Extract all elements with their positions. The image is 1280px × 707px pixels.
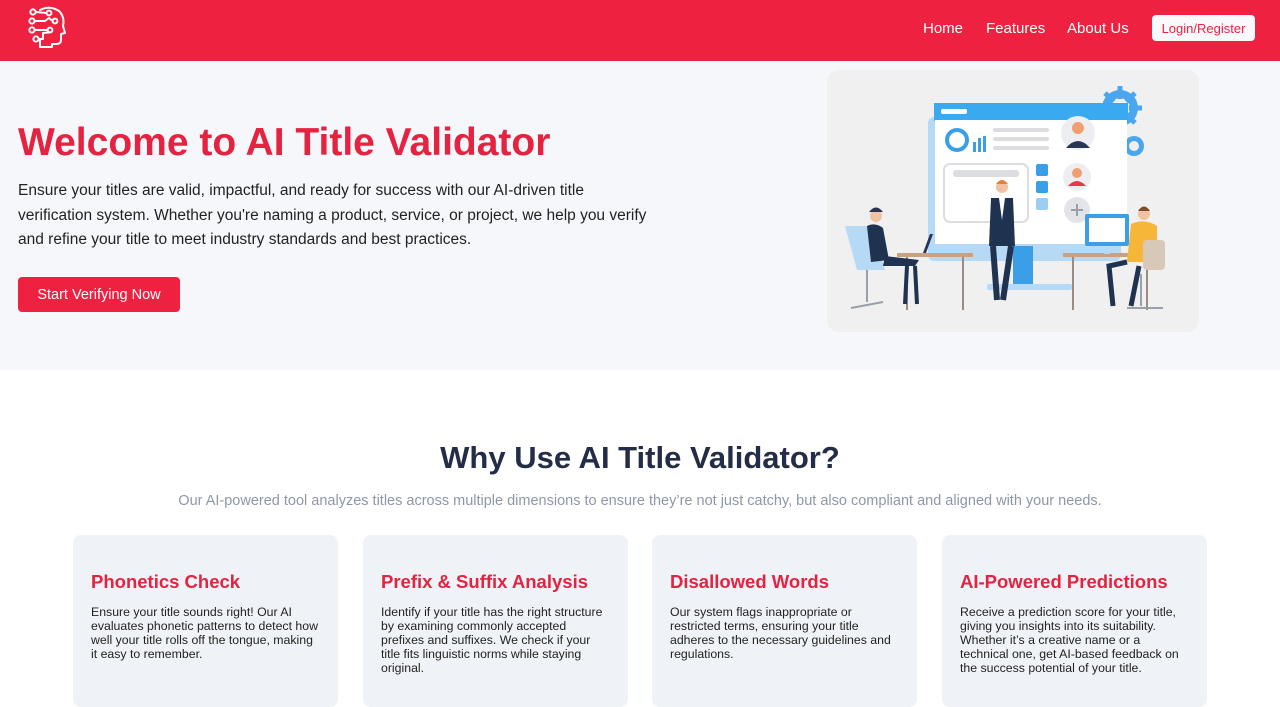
nav-link-about-us[interactable]: About Us bbox=[1067, 20, 1129, 37]
hero-title: Welcome to AI Title Validator bbox=[18, 121, 551, 164]
feature-card-ai-predictions: AI-Powered Predictions Receive a predict… bbox=[942, 535, 1207, 707]
feature-card-phonetics: Phonetics Check Ensure your title sounds… bbox=[73, 535, 338, 707]
feature-card-title: Phonetics Check bbox=[91, 571, 241, 592]
feature-card-prefix-suffix: Prefix & Suffix Analysis Identify if you… bbox=[363, 535, 628, 707]
nav-link-features[interactable]: Features bbox=[986, 20, 1045, 37]
feature-card-description: Receive a prediction score for your titl… bbox=[960, 605, 1179, 675]
nav-link-home[interactable]: Home bbox=[923, 20, 963, 37]
ai-head-logo-icon[interactable] bbox=[28, 6, 68, 48]
why-section-title: Why Use AI Title Validator? bbox=[440, 440, 840, 475]
office-team-dashboard-illustration bbox=[827, 70, 1199, 332]
feature-card-title: AI-Powered Predictions bbox=[960, 571, 1168, 592]
feature-card-title: Prefix & Suffix Analysis bbox=[381, 571, 588, 592]
login-register-button[interactable]: Login/Register bbox=[1152, 15, 1255, 41]
feature-card-disallowed-words: Disallowed Words Our system flags inappr… bbox=[652, 535, 917, 707]
feature-card-description: Ensure your title sounds right! Our AI e… bbox=[91, 605, 318, 661]
feature-card-description: Our system flags inappropriate or restri… bbox=[670, 605, 891, 661]
hero-description: Ensure your titles are valid, impactful,… bbox=[18, 182, 647, 248]
why-section-subtitle: Our AI-powered tool analyzes titles acro… bbox=[178, 493, 1102, 509]
start-verifying-button[interactable]: Start Verifying Now bbox=[18, 277, 180, 312]
navbar: Home Features About Us Login/Register bbox=[0, 0, 1280, 61]
feature-card-description: Identify if your title has the right str… bbox=[381, 605, 603, 675]
feature-card-title: Disallowed Words bbox=[670, 571, 829, 592]
hero-section: Welcome to AI Title Validator Ensure you… bbox=[0, 61, 1280, 370]
